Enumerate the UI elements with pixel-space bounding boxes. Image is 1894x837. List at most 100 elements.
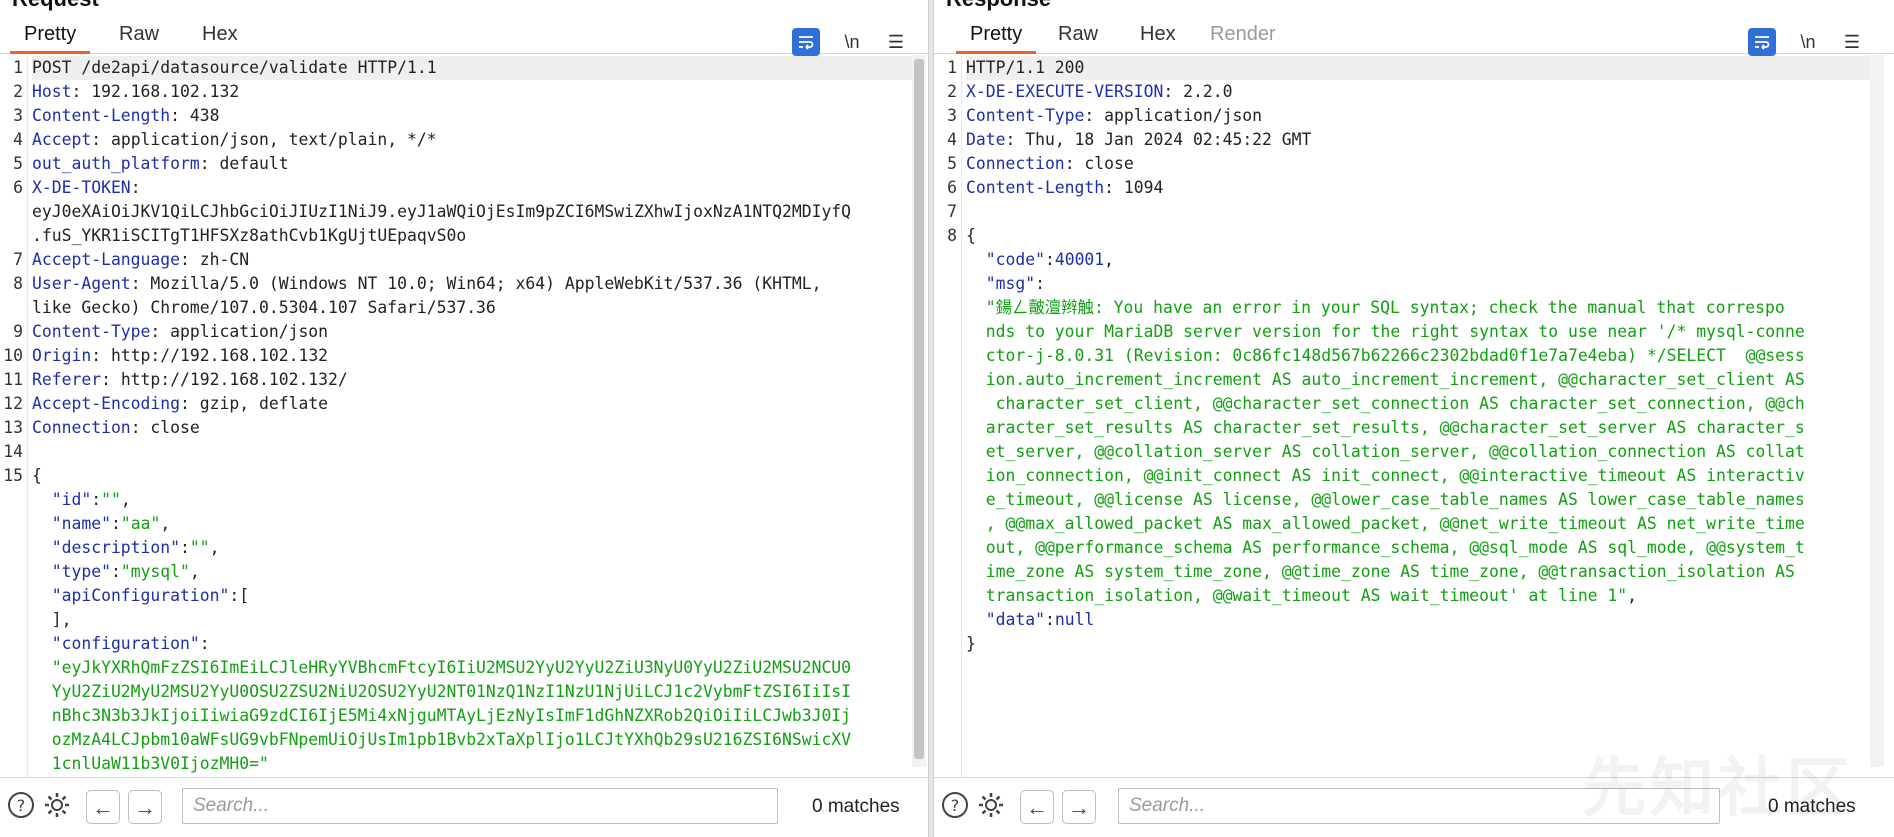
request-settings-gear-icon[interactable] [40, 790, 74, 824]
request-code-line: like Gecko) Chrome/107.0.5304.107 Safari… [32, 296, 496, 320]
response-code-line: ctor-j-8.0.31 (Revision: 0c86fc148d567b6… [966, 344, 1805, 368]
request-code-token: : application/json [150, 322, 329, 341]
response-next-match-arrow-right-icon[interactable]: → [1062, 790, 1096, 824]
request-code-token: : Mozilla/5.0 (Windows NT 10.0; Win64; x… [130, 274, 822, 293]
response-code-token: character_set_client, @@character_set_co… [966, 394, 1805, 413]
response-code-token: : application/json [1084, 106, 1263, 125]
response-code-line: nds to your MariaDB server version for t… [966, 320, 1805, 344]
request-code-token: : default [199, 154, 289, 173]
request-code-line: out_auth_platform: default [32, 152, 289, 176]
request-tab-pretty[interactable]: Pretty [10, 20, 91, 54]
request-next-match-arrow-right-icon[interactable]: → [128, 790, 162, 824]
request-code-token: : http://192.168.102.132/ [101, 370, 348, 389]
response-settings-gear-icon[interactable] [974, 790, 1008, 824]
response-code-line: et_server, @@collation_server AS collati… [966, 440, 1805, 464]
request-search-input[interactable] [182, 788, 778, 824]
request-code-token: : [110, 562, 121, 581]
request-hamburger-menu-icon[interactable]: ☰ [882, 28, 910, 56]
request-code-token: : 438 [170, 106, 220, 125]
response-editor[interactable]: 1 HTTP/1.1 200 2 X-DE-EXECUTE-VERSION: 2.2.… [934, 55, 1894, 777]
response-code-token: ion.auto_increment_increment AS auto_inc… [966, 370, 1805, 389]
request-line-number: 1 [13, 58, 23, 77]
response-code-line: "msg": [966, 272, 1045, 296]
response-code-token: : [1044, 610, 1055, 629]
response-code-line: transaction_isolation, @@wait_timeout AS… [966, 584, 1637, 608]
request-code-line: ozMzA4LCJpbm10aWFsUG9vbFNpemUiOjUsIm1pb1… [32, 728, 851, 752]
request-code-line: eyJ0eXAiOiJKV1QiLCJhbGciOiJIUzI1NiJ9.eyJ… [32, 200, 851, 224]
request-code-line: .fuS_YKR1iSCITgT1HFSXz8athCvb1KgUjtUEpaq… [32, 224, 466, 248]
response-code-token: Connection [966, 154, 1065, 173]
response-code-token: 40001 [1054, 250, 1105, 269]
request-prev-match-arrow-left-icon[interactable]: ← [86, 790, 120, 824]
request-code-line: YyU2ZiU2MyU2MSU2YyU0OSU2ZSU2NiU2OSU2YyU2… [32, 680, 851, 704]
response-code-token: : 1094 [1104, 178, 1164, 197]
response-code-line: ion_connection, @@init_connect AS init_c… [966, 464, 1805, 488]
request-code-token: : http://192.168.102.132 [91, 346, 329, 365]
response-code-token: : [1044, 250, 1055, 269]
response-wrap-lines-icon[interactable] [1748, 28, 1776, 56]
response-tab-pretty[interactable]: Pretty [956, 20, 1037, 54]
response-code-token: { [966, 226, 976, 245]
response-code-token: Content-Type [966, 106, 1085, 125]
response-tabbar: Pretty Raw Hex Render \n ☰ [934, 12, 1894, 56]
request-line-number: 15 [3, 466, 23, 485]
response-code-token: : [1035, 274, 1045, 293]
response-code-line: out, @@performance_schema AS performance… [966, 536, 1805, 560]
response-tab-render[interactable]: Render [1196, 20, 1290, 54]
request-editor[interactable]: 1 POST /de2api/datasource/validate HTTP/1… [0, 55, 928, 777]
request-tab-raw[interactable]: Raw [105, 20, 173, 54]
request-code-token: nBhc3N3b3JkIjoiIiwiaG9zdCI6IjE5Mi4xNjguM… [32, 706, 852, 725]
request-line-number: 10 [3, 346, 23, 365]
request-title: Request [12, 0, 99, 12]
response-code-token: HTTP/1.1 200 [966, 58, 1085, 77]
request-code-token: : [91, 490, 102, 509]
request-wrap-lines-icon[interactable] [792, 28, 820, 56]
request-newline-toggle[interactable]: \n [838, 28, 866, 56]
response-prev-match-arrow-left-icon[interactable]: ← [1020, 790, 1054, 824]
response-code-token: : Thu, 18 Jan 2024 02:45:22 GMT [1005, 130, 1312, 149]
response-code-token: : close [1064, 154, 1134, 173]
response-line-number: 5 [947, 154, 957, 173]
request-code-token: ], [32, 610, 72, 629]
response-line-number: 8 [947, 226, 957, 245]
request-line-number: 13 [3, 418, 23, 437]
request-code-token: "description" [32, 538, 181, 557]
response-hamburger-menu-icon[interactable]: ☰ [1838, 28, 1866, 56]
request-code-token: Accept-Encoding [32, 394, 181, 413]
response-code-line: aracter_set_results AS character_set_res… [966, 416, 1805, 440]
request-code-line: "apiConfiguration":[ [32, 584, 249, 608]
request-help-icon[interactable]: ? [4, 790, 38, 824]
request-scrollbar[interactable] [912, 55, 926, 767]
response-newline-toggle[interactable]: \n [1794, 28, 1822, 56]
response-code-token: , [1627, 586, 1638, 605]
response-code-token: aracter_set_results AS character_set_res… [966, 418, 1805, 437]
response-code-line: } [966, 632, 976, 656]
response-code-line: Content-Length: 1094 [966, 176, 1163, 200]
request-code-line: 1cnlUaW11b3V0IjozMH0=" [32, 752, 269, 776]
response-code-token: null [1054, 610, 1095, 629]
response-tab-hex[interactable]: Hex [1126, 20, 1190, 54]
request-code-token: "" [189, 538, 210, 557]
response-code-token: et_server, @@collation_server AS collati… [966, 442, 1805, 461]
response-code-line: "鍚ㄥ皾澶辫触: You have an error in your SQL s… [966, 296, 1785, 320]
request-code-token: "configuration" [32, 634, 200, 653]
request-code-token: "type" [32, 562, 111, 581]
response-line-number: 7 [947, 202, 957, 221]
response-code-line: ime_zone AS system_time_zone, @@time_zon… [966, 560, 1795, 584]
request-scroll-thumb[interactable] [914, 59, 924, 759]
response-code-line: X-DE-EXECUTE-VERSION: 2.2.0 [966, 80, 1232, 104]
response-code-line: Content-Type: application/json [966, 104, 1262, 128]
request-code-line: Accept-Encoding: gzip, deflate [32, 392, 328, 416]
response-tab-raw[interactable]: Raw [1044, 20, 1112, 54]
request-code-token: , [209, 538, 220, 557]
response-scrollbar[interactable] [1870, 55, 1884, 767]
request-code-token: eyJ0eXAiOiJKV1QiLCJhbGciOiJIUzI1NiJ9.eyJ… [32, 202, 852, 221]
request-tab-hex[interactable]: Hex [188, 20, 252, 54]
request-code-line: nBhc3N3b3JkIjoiIiwiaG9zdCI6IjE5Mi4xNjguM… [32, 704, 851, 728]
request-line-number: 3 [13, 106, 23, 125]
request-code-token: "apiConfiguration" [32, 586, 230, 605]
response-help-icon[interactable]: ? [938, 790, 972, 824]
request-code-token: X-DE-TOKEN [32, 178, 131, 197]
request-code-token: 1cnlUaW11b3V0IjozMH0=" [32, 754, 269, 773]
request-code-token: : gzip, deflate [180, 394, 329, 413]
